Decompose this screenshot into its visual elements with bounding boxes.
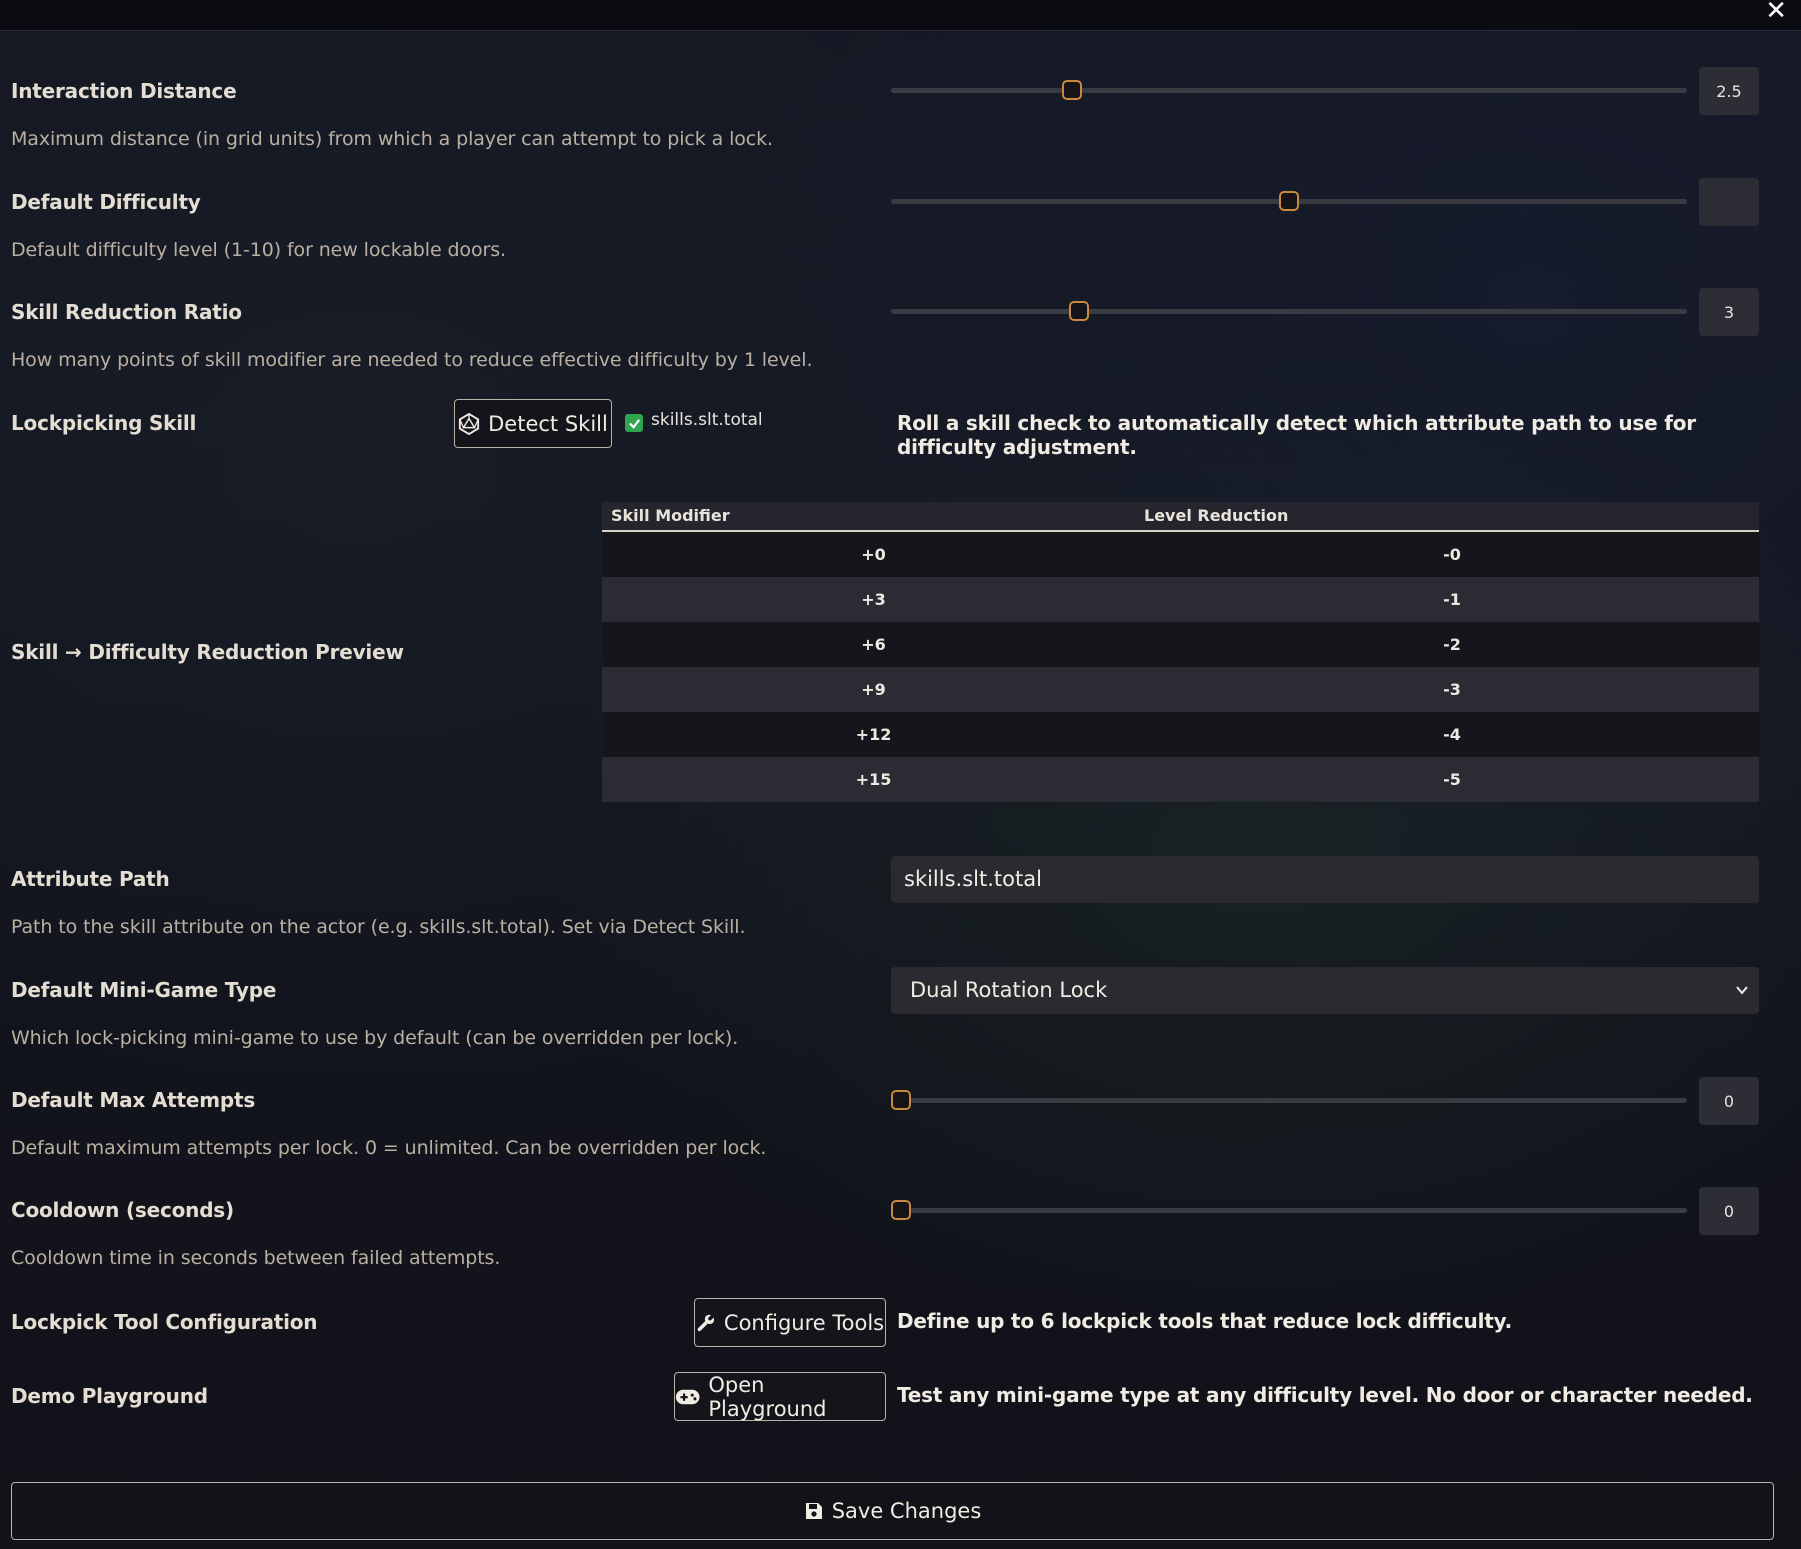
column-header-skill-modifier: Skill Modifier [611,506,730,525]
detect-skill-label: Detect Skill [488,411,608,436]
gamepad-icon [675,1389,700,1404]
save-changes-button[interactable]: Save Changes [11,1482,1774,1540]
skill-reduction-ratio-slider[interactable] [891,299,1687,323]
slider-track [891,1208,1687,1213]
slider-track [891,1098,1687,1103]
max-attempts-label: Default Max Attempts [11,1088,256,1112]
slider-thumb[interactable] [891,1200,911,1220]
interaction-distance-value[interactable]: 2.5 [1699,67,1759,115]
default-difficulty-hint: Default difficulty level (1-10) for new … [11,239,506,261]
demo-playground-label: Demo Playground [11,1384,208,1408]
detect-skill-description: Roll a skill check to automatically dete… [897,411,1696,459]
max-attempts-slider[interactable] [891,1088,1687,1112]
default-difficulty-value[interactable] [1699,178,1759,226]
level-reduction-cell: -3 [1443,680,1461,699]
checkmark-icon [628,418,640,429]
floppy-disk-icon [805,1503,822,1519]
default-difficulty-slider[interactable] [891,189,1687,213]
skill-reduction-ratio-label: Skill Reduction Ratio [11,300,242,324]
skill-modifier-cell: +6 [861,635,886,654]
default-difficulty-label: Default Difficulty [11,190,201,214]
chevron-down-icon [1736,986,1748,995]
detected-checkbox[interactable] [625,414,643,432]
skill-modifier-cell: +9 [861,680,886,699]
column-header-level-reduction-text: Level Reduction [1144,506,1289,525]
table-row: +0 -0 [602,532,1759,577]
configure-tools-label: Configure Tools [723,1310,885,1335]
table-row: +9 -3 [602,667,1759,712]
attribute-path-input[interactable]: skills.slt.total [891,856,1759,903]
cooldown-slider[interactable] [891,1198,1687,1222]
open-playground-button[interactable]: Open Playground [674,1372,886,1421]
table-row: +3 -1 [602,577,1759,622]
attribute-path-hint: Path to the skill attribute on the actor… [11,916,746,938]
slider-thumb[interactable] [1061,80,1082,100]
interaction-distance-hint: Maximum distance (in grid units) from wh… [11,128,773,150]
slider-track [891,309,1687,314]
slider-track [891,88,1687,93]
table-row: +12 -4 [602,712,1759,757]
skill-reduction-ratio-value[interactable]: 3 [1699,288,1759,336]
attribute-path-label: Attribute Path [11,867,170,891]
cooldown-hint: Cooldown time in seconds between failed … [11,1247,501,1269]
settings-dialog: ✕ Interaction Distance Maximum distance … [0,0,1801,1549]
slider-thumb[interactable] [1069,301,1090,321]
d20-icon [459,412,480,435]
slider-thumb[interactable] [891,1090,911,1110]
lockpick-tools-label: Lockpick Tool Configuration [11,1310,318,1334]
table-row: +15 -5 [602,757,1759,802]
reduction-preview-table: Skill Modifier Level Reduction +0 -0 +3 … [602,502,1759,802]
demo-playground-description: Test any mini-game type at any difficult… [897,1383,1753,1407]
mini-game-type-selected: Dual Rotation Lock [910,978,1108,1002]
column-header-level-reduction: Level Reduction [1144,502,1759,530]
detected-path-label: skills.slt.total [651,410,763,430]
cooldown-value[interactable]: 0 [1699,1187,1759,1235]
skill-modifier-cell: +15 [855,770,892,789]
dialog-title-bar: ✕ [0,0,1801,31]
interaction-distance-label: Interaction Distance [11,79,237,103]
reduction-preview-label: Skill → Difficulty Reduction Preview [11,640,404,664]
wrench-icon [697,1314,714,1331]
max-attempts-value[interactable]: 0 [1699,1077,1759,1125]
level-reduction-cell: -5 [1443,770,1461,789]
slider-thumb[interactable] [1279,191,1299,211]
open-playground-label: Open Playground [708,1372,827,1421]
table-row: +6 -2 [602,622,1759,667]
max-attempts-hint: Default maximum attempts per lock. 0 = u… [11,1137,767,1159]
mini-game-type-label: Default Mini-Game Type [11,978,277,1002]
cooldown-label: Cooldown (seconds) [11,1198,234,1222]
detect-skill-button[interactable]: Detect Skill [454,399,612,448]
skill-modifier-cell: +3 [861,590,886,609]
level-reduction-cell: -2 [1443,635,1461,654]
lockpick-tools-description: Define up to 6 lockpick tools that reduc… [897,1309,1512,1333]
mini-game-type-select[interactable]: Dual Rotation Lock [891,967,1759,1014]
mini-game-type-hint: Which lock-picking mini-game to use by d… [11,1027,739,1049]
save-changes-label: Save Changes [831,1499,982,1523]
lockpicking-skill-label: Lockpicking Skill [11,411,197,435]
interaction-distance-slider[interactable] [891,78,1687,102]
skill-modifier-cell: +0 [861,545,886,564]
level-reduction-cell: -0 [1443,545,1461,564]
configure-tools-button[interactable]: Configure Tools [694,1298,886,1347]
table-header: Skill Modifier Level Reduction [602,502,1759,532]
skill-reduction-ratio-hint: How many points of skill modifier are ne… [11,349,813,371]
level-reduction-cell: -4 [1443,725,1461,744]
close-icon[interactable]: ✕ [1765,0,1787,26]
skill-modifier-cell: +12 [855,725,892,744]
level-reduction-cell: -1 [1443,590,1461,609]
